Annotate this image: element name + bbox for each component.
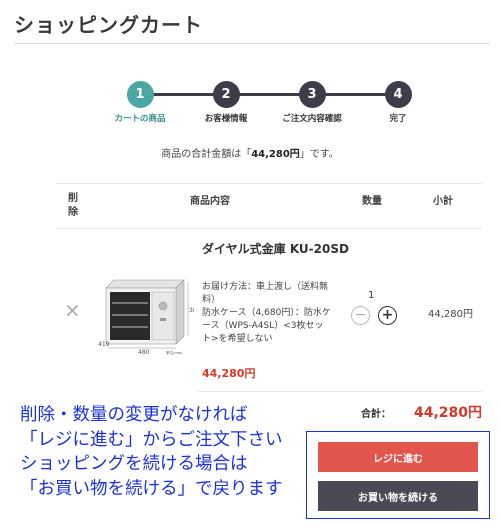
- annotation-highlight-box: [306, 431, 490, 519]
- summary-amount: 44,280円: [251, 149, 300, 160]
- table-top-divider: [56, 183, 482, 184]
- dim-depth: 419: [98, 341, 110, 348]
- summary-suffix: 」です。: [299, 149, 339, 160]
- product-details: お届け方法：車上渡し（送料無料） 防水ケース（4,680円）：防水ケース（WPS…: [202, 282, 331, 344]
- title-divider: [14, 43, 490, 44]
- product-name[interactable]: ダイヤル式金庫 KU-20SD: [202, 240, 352, 258]
- total-label: 合計：: [361, 409, 391, 420]
- header-subtotal: 小計: [433, 196, 453, 207]
- annotation-line: ショッピングを続ける場合は: [20, 454, 248, 474]
- step-confirm: 3 ご注文内容確認: [272, 81, 352, 124]
- table-header-divider: [56, 228, 482, 229]
- dim-width: 480: [138, 349, 150, 356]
- product-price: 44,280円: [202, 367, 256, 380]
- remove-item-icon[interactable]: ×: [64, 298, 81, 322]
- step-number: 1: [126, 81, 154, 108]
- row-divider: [198, 391, 482, 392]
- total-value: 44,280円: [414, 405, 483, 421]
- step-number: 3: [298, 81, 326, 108]
- product-image: 388 480 419 単位(mm): [98, 279, 194, 356]
- quantity-decrease-button[interactable]: −: [351, 306, 370, 325]
- annotation-line: 削除・数量の変更がなければ: [20, 405, 248, 425]
- step-label: ご注文内容確認: [282, 114, 342, 124]
- row-subtotal: 44,280円: [428, 309, 473, 320]
- step-complete: 4 完了: [358, 81, 438, 124]
- quantity-increase-button[interactable]: +: [378, 306, 397, 325]
- annotation-line: 「レジに進む」からご注文下さい: [20, 429, 283, 450]
- header-quantity: 数量: [362, 196, 382, 207]
- header-item: 商品内容: [190, 196, 230, 207]
- step-label: カートの商品: [114, 114, 166, 124]
- total-summary: 商品の合計金額は「44,280円」です。: [0, 145, 500, 160]
- step-customer-info: 2 お客様情報: [186, 81, 266, 124]
- step-label: お客様情報: [204, 114, 248, 124]
- step-label: 完了: [389, 114, 407, 124]
- annotation-line: 「お買い物を続ける」で戻ります: [20, 478, 283, 499]
- dim-unit: 単位(mm): [166, 350, 183, 355]
- annotation-text: 削除・数量の変更がなければ 「レジに進む」からご注文下さい ショッピングを続ける…: [20, 403, 283, 501]
- header-delete: 削除: [68, 193, 78, 218]
- summary-prefix: 商品の合計金額は「: [161, 149, 252, 160]
- page-title: ショッピングカート: [14, 13, 203, 37]
- step-cart: 1 カートの商品: [100, 81, 180, 124]
- quantity-value: 1: [368, 290, 375, 301]
- step-number: 4: [384, 81, 412, 108]
- step-number: 2: [212, 81, 240, 108]
- dim-height: 388: [189, 307, 194, 314]
